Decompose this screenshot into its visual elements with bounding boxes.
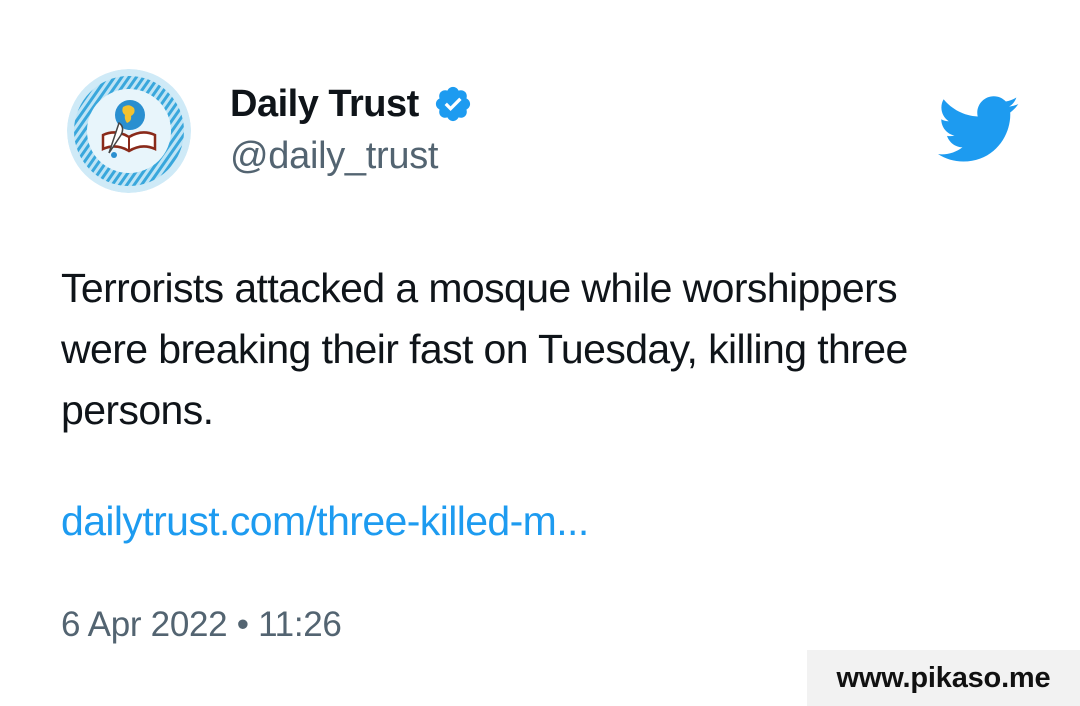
author-display-name[interactable]: Daily Trust xyxy=(230,83,419,126)
avatar[interactable] xyxy=(67,69,191,193)
watermark: www.pikaso.me xyxy=(807,650,1080,706)
author-handle[interactable]: @daily_trust xyxy=(230,135,438,178)
tweet-text: Terrorists attacked a mosque while worsh… xyxy=(61,265,908,433)
watermark-text: www.pikaso.me xyxy=(836,661,1051,694)
daily-trust-logo-icon xyxy=(67,69,191,193)
verified-badge-icon xyxy=(433,84,473,124)
tweet-link[interactable]: dailytrust.com/three-killed-m... xyxy=(61,498,589,545)
tweet-timestamp[interactable]: 6 Apr 2022 • 11:26 xyxy=(61,605,342,645)
twitter-bird-icon[interactable] xyxy=(938,96,1020,164)
author-name-row: Daily Trust xyxy=(230,80,473,128)
